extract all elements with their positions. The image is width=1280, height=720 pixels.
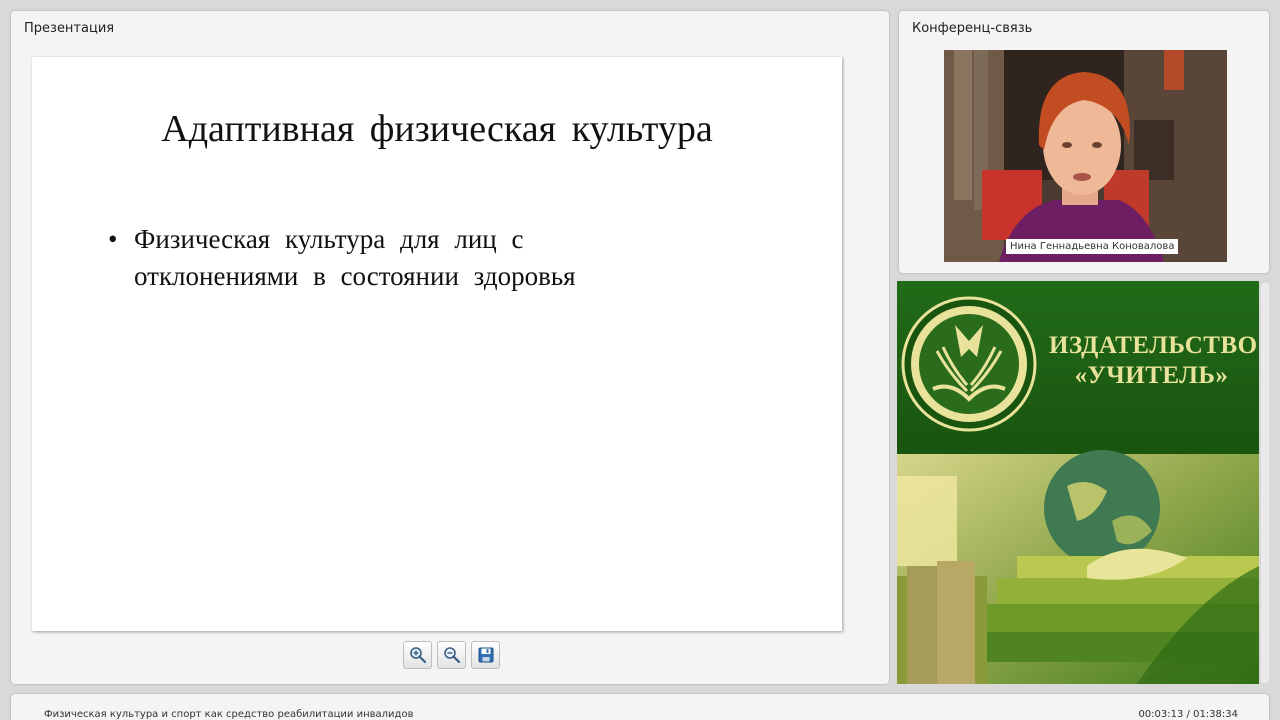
zoom-in-icon xyxy=(409,647,426,664)
playback-time: 00:03:13 / 01:38:34 xyxy=(1138,709,1238,720)
publisher-banner: ИЗДАТЕЛЬСТВО «УЧИТЕЛЬ» xyxy=(897,281,1259,684)
conference-panel-title: Конференц-связь xyxy=(912,21,1033,36)
banner-header: ИЗДАТЕЛЬСТВО «УЧИТЕЛЬ» xyxy=(897,281,1259,446)
zoom-out-button[interactable] xyxy=(437,641,466,669)
slide-toolbar xyxy=(403,641,500,669)
publisher-name-line1: ИЗДАТЕЛЬСТВО xyxy=(1049,332,1258,359)
status-bar: Физическая культура и спорт как средство… xyxy=(11,694,1269,720)
video-feed: Нина Геннадьевна Коновалова xyxy=(944,50,1227,262)
presentation-panel-title: Презентация xyxy=(24,21,115,36)
lecture-title: Физическая культура и спорт как средство… xyxy=(44,709,414,720)
banner-books-image xyxy=(897,446,1259,684)
slide-bullet: • Физическая культура для лиц с отклонен… xyxy=(108,221,628,295)
zoom-out-icon xyxy=(443,647,460,664)
side-scrollbar[interactable] xyxy=(1261,283,1269,683)
publisher-name: ИЗДАТЕЛЬСТВО «УЧИТЕЛЬ» xyxy=(1049,331,1258,391)
presentation-panel: Презентация Адаптивная физическая культу… xyxy=(11,11,889,684)
slide: Адаптивная физическая культура • Физичес… xyxy=(32,57,842,631)
books-and-globe-image xyxy=(897,446,1259,684)
webcam-video-image xyxy=(944,50,1227,262)
save-icon xyxy=(478,647,493,663)
conference-panel: Конференц-связь Нина Геннадьевна Коновал… xyxy=(899,11,1269,273)
bullet-dot: • xyxy=(108,224,118,254)
publisher-logo-icon xyxy=(901,296,1037,432)
save-button[interactable] xyxy=(471,641,500,669)
zoom-in-button[interactable] xyxy=(403,641,432,669)
slide-bullet-text: Физическая культура для лиц с отклонения… xyxy=(134,224,576,291)
publisher-name-line2: «УЧИТЕЛЬ» xyxy=(1074,362,1229,389)
participant-name-label: Нина Геннадьевна Коновалова xyxy=(1006,239,1179,254)
slide-heading: Адаптивная физическая культура xyxy=(161,108,713,150)
